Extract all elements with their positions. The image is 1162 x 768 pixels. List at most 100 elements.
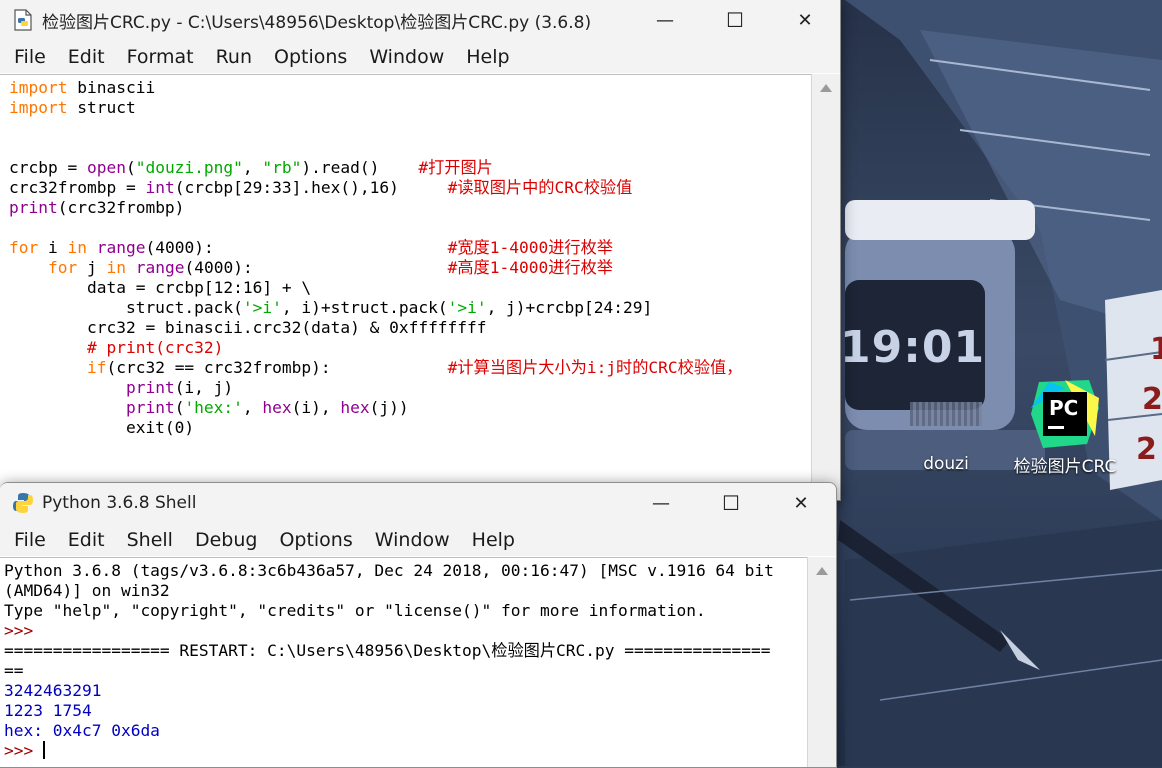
wallpaper-calendar-digit-3: 2 (1136, 432, 1157, 467)
menu-debug[interactable]: Debug (184, 529, 268, 551)
code-token: print (125, 378, 175, 397)
code-token: #高度1-4000进行枚举 (447, 258, 613, 277)
desktop-icon-douzi[interactable]: douzi (891, 392, 1001, 474)
code-token: (AMD64)] on win32 (4, 581, 170, 600)
menu-edit[interactable]: Edit (57, 46, 116, 68)
code-token: (j)) (369, 398, 409, 417)
code-line: hex: 0x4c7 0x6da (4, 721, 808, 741)
code-token: 'hex:' (184, 398, 243, 417)
menu-help[interactable]: Help (455, 46, 520, 68)
menu-format[interactable]: Format (116, 46, 205, 68)
shell-minimize-button[interactable]: — (638, 483, 684, 523)
desktop-icon-crc-project[interactable]: PC 检验图片CRC (1010, 378, 1120, 477)
code-token: in (106, 258, 126, 277)
code-token: in (67, 238, 88, 257)
code-token: j (77, 258, 107, 277)
code-line: 1223 1754 (4, 701, 808, 721)
python-file-icon (14, 9, 32, 31)
menu-file[interactable]: File (0, 46, 57, 68)
maximize-button[interactable]: ☐ (712, 0, 758, 40)
code-token: #宽度1-4000进行枚举 (447, 238, 613, 257)
code-token: crc32frombp = (9, 178, 146, 197)
close-icon: ✕ (797, 9, 813, 31)
scroll-up-arrow-icon[interactable] (816, 567, 828, 575)
code-token: "rb" (262, 158, 302, 177)
menu-options[interactable]: Options (268, 529, 363, 551)
menu-window[interactable]: Window (358, 46, 455, 68)
maximize-icon: ☐ (722, 491, 740, 515)
code-line: print(crc32frombp) (9, 198, 812, 218)
code-token: hex: 0x4c7 0x6da (4, 721, 160, 740)
code-token: ================= RESTART: C:\Users\4895… (4, 641, 771, 660)
code-token: for (47, 258, 78, 277)
minimize-icon: — (656, 9, 674, 31)
code-token: (crc32 == crc32frombp): (106, 358, 448, 377)
shell-maximize-button[interactable]: ☐ (708, 483, 754, 523)
editor-text-area[interactable]: import binascii import struct crcbp = open… (0, 74, 812, 500)
code-token: import (9, 98, 68, 117)
code-line: >>> (4, 621, 808, 641)
code-line: import binascii (9, 78, 812, 98)
python-shell-icon (13, 493, 33, 513)
menu-help[interactable]: Help (461, 529, 526, 551)
scroll-up-arrow-icon[interactable] (820, 84, 832, 92)
desktop-icon-label: douzi (923, 454, 969, 474)
code-token: (i, j) (174, 378, 234, 397)
editor-scrollbar[interactable] (811, 74, 840, 500)
pycharm-icon: PC (1029, 378, 1101, 450)
code-line: crc32 = binascii.crc32(data) & 0xfffffff… (9, 318, 812, 338)
menu-shell[interactable]: Shell (116, 529, 184, 551)
code-token: , i)+struct.pack( (281, 298, 448, 317)
code-line: == (4, 661, 808, 681)
code-line: >>> (4, 741, 808, 761)
code-line: crcbp = open("douzi.png", "rb").read() #… (9, 158, 812, 178)
code-line: for j in range(4000): #高度1-4000进行枚举 (9, 258, 812, 278)
code-token: >>> (4, 741, 43, 760)
code-token: (4000): (184, 258, 448, 277)
shell-close-button[interactable]: ✕ (778, 483, 824, 523)
code-token: hex (262, 398, 292, 417)
code-token: struct (67, 98, 136, 117)
close-button[interactable]: ✕ (782, 0, 828, 40)
code-token: 1223 1754 (4, 701, 92, 720)
minimize-icon: — (652, 492, 670, 514)
code-token: Python 3.6.8 (tags/v3.6.8:3c6b436a57, De… (4, 561, 774, 580)
image-thumbnail-icon (910, 402, 982, 426)
code-token: binascii (67, 78, 156, 97)
menu-run[interactable]: Run (205, 46, 263, 68)
code-token: # print(crc32) (86, 338, 224, 357)
minimize-button[interactable]: — (642, 0, 688, 40)
shell-scrollbar[interactable] (807, 557, 836, 767)
code-line: struct.pack('>i', i)+struct.pack('>i', j… (9, 298, 812, 318)
code-token: , (242, 158, 263, 177)
menu-edit[interactable]: Edit (57, 529, 116, 551)
shell-menubar: File Edit Shell Debug Options Window Hel… (0, 523, 836, 556)
code-token: == (4, 661, 24, 680)
menu-options[interactable]: Options (263, 46, 358, 68)
code-line: data = crcbp[12:16] + \ (9, 278, 812, 298)
code-token: crcbp = (9, 158, 87, 177)
shell-text-area[interactable]: Python 3.6.8 (tags/v3.6.8:3c6b436a57, De… (0, 557, 808, 767)
code-token: ).read() (301, 158, 419, 177)
shell-window-title: Python 3.6.8 Shell (42, 493, 197, 513)
menu-window[interactable]: Window (364, 529, 461, 551)
wallpaper-calendar-digit-2: 2 (1142, 382, 1162, 417)
code-line: crc32frombp = int(crcbp[29:33].hex(),16)… (9, 178, 812, 198)
code-token: (crcbp[29:33].hex(),16) (174, 178, 448, 197)
menu-file[interactable]: File (0, 529, 57, 551)
code-token: hex (340, 398, 370, 417)
shell-window: Python 3.6.8 Shell — ☐ ✕ File Edit Shell… (0, 482, 837, 768)
maximize-icon: ☐ (726, 8, 744, 32)
code-token: , j)+crcbp[24:29] (486, 298, 653, 317)
code-token: 3242463291 (4, 681, 102, 700)
editor-menubar: File Edit Format Run Options Window Help (0, 40, 840, 73)
wallpaper-clock-text: 19:01 (840, 322, 986, 373)
code-line: for i in range(4000): #宽度1-4000进行枚举 (9, 238, 812, 258)
code-line: # print(crc32) (9, 338, 812, 358)
code-line: Python 3.6.8 (tags/v3.6.8:3c6b436a57, De… (4, 561, 808, 581)
desktop-icon-label: 检验图片CRC (1013, 457, 1117, 477)
code-token: exit(0) (9, 418, 195, 437)
